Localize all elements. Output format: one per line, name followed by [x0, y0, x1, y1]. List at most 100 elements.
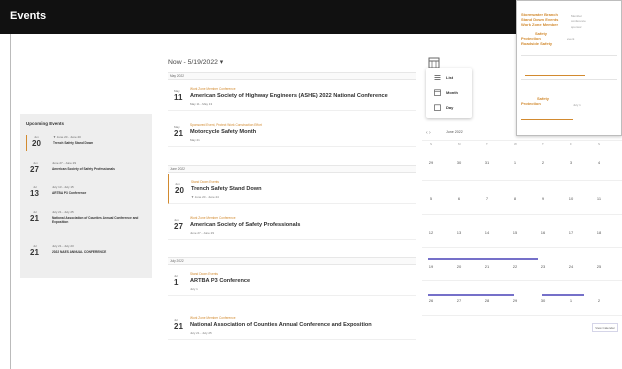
month-calendar: ‹ › June 2022 S M T W T F S 29 30 31 1 2 3 4 5 6… — [422, 122, 622, 369]
inset-tag: Protection — [521, 101, 541, 106]
upcoming-item[interactable]: Jun 27 June 27 - June 29 American Societ… — [26, 161, 150, 177]
calendar-day[interactable]: 21 — [482, 264, 492, 269]
calendar-day[interactable]: 6 — [454, 196, 464, 201]
calendar-rule — [422, 247, 622, 248]
event-title[interactable]: American Society of Safety Professionals — [190, 222, 300, 228]
date-navigator[interactable]: Now - 5/19/2022 ▾ — [168, 58, 223, 66]
calendar-day[interactable]: 19 — [426, 264, 436, 269]
upcoming-day: 13 — [30, 189, 39, 198]
calendar-event-bar[interactable] — [488, 258, 538, 260]
calendar-day[interactable]: 2 — [594, 298, 604, 303]
calendar-event-bar[interactable] — [428, 294, 514, 296]
list-icon — [434, 75, 441, 80]
upcoming-item[interactable]: Jun 20 ▼ June 20 - June 20 Trench Safety… — [26, 135, 150, 151]
calendar-day[interactable]: 20 — [454, 264, 464, 269]
upcoming-item[interactable]: Jul 21 July 21 - July 23 2022 NAES ANNUA… — [26, 244, 150, 260]
upcoming-day: 20 — [32, 139, 41, 148]
event-dates: July 21 - July 25 — [190, 331, 212, 335]
calendar-day[interactable]: 13 — [454, 230, 464, 235]
upcoming-item[interactable]: Jul 21 July 21 - July 25 National Associ… — [26, 210, 150, 226]
calendar-day[interactable]: 14 — [482, 230, 492, 235]
event-dates: July 1 — [190, 287, 198, 291]
calendar-day[interactable]: 8 — [510, 196, 520, 201]
left-divider — [10, 34, 11, 369]
calendar-day[interactable]: 10 — [566, 196, 576, 201]
event-title[interactable]: American Society of Highway Engineers (A… — [190, 93, 388, 99]
calendar-day[interactable]: 4 — [594, 160, 604, 165]
calendar-day[interactable]: 22 — [510, 264, 520, 269]
day-icon — [434, 104, 441, 111]
calendar-day[interactable]: 28 — [482, 298, 492, 303]
calendar-day[interactable]: 30 — [454, 160, 464, 165]
events-page: Events Upcoming Events Jun 20 ▼ June 20 … — [0, 0, 622, 369]
calendar-day[interactable]: 17 — [566, 230, 576, 235]
view-calendar-button[interactable]: View Calendar — [592, 323, 618, 332]
upcoming-day: 21 — [30, 248, 39, 257]
event-dates: ▼ June 20 - June 24 — [191, 195, 219, 199]
calendar-rule — [422, 315, 622, 316]
calendar-rule — [422, 214, 622, 215]
calendar-day[interactable]: 27 — [454, 298, 464, 303]
calendar-day[interactable]: 9 — [538, 196, 548, 201]
upcoming-dates: July 21 - July 25 — [52, 210, 74, 214]
event-row[interactable]: Jul 1 Stand Down Events ARTBA P3 Confere… — [168, 266, 416, 296]
calendar-month-label[interactable]: June 2022 — [446, 130, 463, 134]
weekday-label: M — [458, 142, 461, 146]
event-day: 11 — [174, 93, 183, 102]
calendar-day[interactable]: 11 — [594, 196, 604, 201]
event-title[interactable]: ARTBA P3 Conference — [190, 278, 250, 284]
calendar-day[interactable]: 18 — [594, 230, 604, 235]
calendar-day[interactable]: 16 — [538, 230, 548, 235]
upcoming-item[interactable]: Jul 13 July 13 - July 15 ARTBA P3 Confer… — [26, 185, 150, 201]
event-category: Stand Down Events — [190, 272, 218, 276]
calendar-day[interactable]: 31 — [482, 160, 492, 165]
month-divider: June 2022 — [168, 165, 416, 173]
weekday-label: F — [570, 142, 572, 146]
calendar-day[interactable]: 29 — [426, 160, 436, 165]
event-day: 27 — [174, 222, 183, 231]
weekday-label: T — [542, 142, 544, 146]
event-category: Stand Down Events — [191, 180, 219, 184]
event-row[interactable]: Jun 27 Work Zone Member Conference Ameri… — [168, 210, 416, 240]
event-row[interactable]: Jul 21 Work Zone Member Conference Natio… — [168, 310, 416, 340]
calendar-event-bar[interactable] — [428, 258, 488, 260]
upcoming-name: 2022 NAES ANNUAL CONFERENCE — [52, 250, 107, 254]
event-row[interactable]: Jun 20 Stand Down Events Trench Safety S… — [168, 174, 416, 204]
calendar-day[interactable]: 12 — [426, 230, 436, 235]
calendar-day[interactable]: 29 — [510, 298, 520, 303]
month-divider: July 2022 — [168, 257, 416, 265]
event-day: 20 — [175, 186, 184, 195]
calendar-day[interactable]: 1 — [510, 160, 520, 165]
calendar-day[interactable]: 26 — [426, 298, 436, 303]
event-category: Work Zone Member Conference — [190, 216, 236, 220]
view-option-label: Day — [446, 105, 454, 110]
inset-tag: Work Zone Member — [521, 22, 559, 27]
upcoming-dates: ▼ June 20 - June 20 — [53, 135, 81, 139]
event-title[interactable]: National Association of Counties Annual … — [190, 322, 372, 328]
upcoming-events-panel: Upcoming Events Jun 20 ▼ June 20 - June … — [20, 114, 152, 278]
calendar-day[interactable]: 25 — [594, 264, 604, 269]
upcoming-dates: July 21 - July 23 — [52, 244, 74, 248]
event-timeline: Now - 5/19/2022 ▾ May 2022 May 11 Work Z… — [168, 52, 418, 369]
calendar-day[interactable]: 5 — [426, 196, 436, 201]
prev-next-arrows[interactable]: ‹ › — [426, 130, 431, 136]
calendar-day[interactable]: 3 — [566, 160, 576, 165]
calendar-view-icon[interactable] — [428, 56, 440, 69]
event-title[interactable]: Motorcycle Safety Month — [190, 129, 256, 135]
calendar-day[interactable]: 24 — [566, 264, 576, 269]
calendar-day[interactable]: 7 — [482, 196, 492, 201]
inset-note: event — [567, 37, 575, 41]
calendar-day[interactable]: 2 — [538, 160, 548, 165]
calendar-day[interactable]: 1 — [566, 298, 576, 303]
calendar-day[interactable]: 15 — [510, 230, 520, 235]
calendar-day[interactable]: 30 — [538, 298, 548, 303]
event-row[interactable]: May 11 Work Zone Member Conference Ameri… — [168, 81, 416, 111]
calendar-event-bar[interactable] — [542, 294, 584, 296]
upcoming-name: American Society of Safety Professionals — [52, 167, 115, 171]
month-label: May 2022 — [170, 74, 184, 78]
inset-note: Member — [571, 14, 583, 18]
calendar-day[interactable]: 23 — [538, 264, 548, 269]
inset-accent-bar — [525, 75, 585, 77]
event-title[interactable]: Trench Safety Stand Down — [191, 186, 262, 192]
event-row[interactable]: May 21 Sponsored Event, Protect Work Con… — [168, 117, 416, 147]
